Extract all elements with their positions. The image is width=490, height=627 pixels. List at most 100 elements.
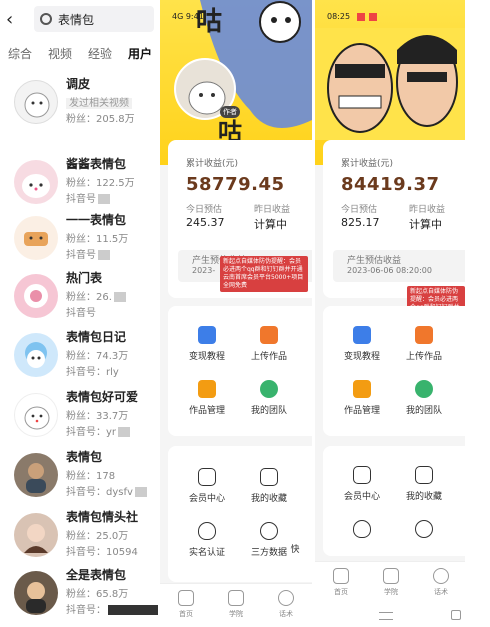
home-icon (333, 568, 349, 584)
team-icon (260, 380, 278, 398)
home-icon (178, 590, 194, 606)
menu-upload-work[interactable]: 上传作品 (234, 326, 304, 362)
menu-member-center[interactable]: 会员中心 (172, 468, 242, 504)
tab-all[interactable]: 综合 (0, 45, 40, 62)
result-handle: 抖音号：dysfv (66, 483, 147, 498)
menu-my-team[interactable]: 我的团队 (234, 380, 304, 416)
yesterday-earnings-label: 昨日收益 (409, 205, 446, 215)
network-icon (260, 522, 278, 540)
menu-my-team[interactable]: 我的团队 (389, 380, 459, 416)
user-result[interactable]: 酱酱表情包 粉丝：122.5万 抖音号 (0, 152, 160, 212)
result-followers: 粉丝：65.8万 (66, 589, 129, 600)
total-earnings-amount: 58779.45 (186, 174, 285, 195)
shield-icon (198, 522, 216, 540)
menu-my-favorites[interactable]: 我的收藏 (389, 466, 459, 502)
search-query: 表情包 (58, 12, 95, 27)
menu-member-center[interactable]: 会员中心 (327, 466, 397, 502)
service-menu: 会员中心 我的收藏 实名认证 三方数据 快 (168, 446, 312, 582)
search-icon (40, 13, 52, 25)
search-results-panel: ‹ 表情包 综合 视频 经验 用户 调皮 发过相关视频 粉丝：205.8万 酱酱… (0, 0, 160, 627)
notification-icon (369, 12, 378, 21)
user-result[interactable]: 表情包好可爱 粉丝：33.7万 抖音号：yr (0, 385, 160, 445)
avatar (14, 216, 58, 260)
menu-work-management[interactable]: 作品管理 (327, 380, 397, 416)
nav-home[interactable]: 首页 (321, 568, 361, 597)
result-followers: 粉丝：74.3万 (66, 351, 129, 362)
tab-users[interactable]: 用户 (120, 45, 160, 62)
back-arrow-icon[interactable]: ‹ (6, 9, 26, 30)
avatar (14, 333, 58, 377)
result-name: 调皮 (66, 77, 91, 91)
diamond-icon (353, 466, 371, 484)
chat-icon (278, 590, 294, 606)
result-name: 表情包 (66, 450, 103, 464)
total-earnings-label: 累计收益(元) (341, 159, 394, 169)
result-followers: 粉丝：25.0万 (66, 531, 129, 542)
user-result[interactable]: 一一表情包 粉丝：11.5万 抖音号 (0, 208, 160, 268)
user-result[interactable]: 热门表 粉丝：26. 抖音号 (0, 266, 160, 326)
result-handle: 抖音号 (66, 246, 110, 261)
tab-experience[interactable]: 经验 (80, 45, 120, 62)
network-icon (415, 520, 433, 538)
menu-monetize-tutorial[interactable]: 变现教程 (327, 326, 397, 362)
pending-time: 2023- (192, 266, 216, 275)
avatar (14, 274, 58, 318)
menu-third-party-data[interactable] (389, 520, 459, 543)
status-bar: 08:25 (327, 12, 378, 21)
folder-icon (198, 380, 216, 398)
result-followers: 粉丝：122.5万 (66, 178, 135, 189)
result-name: 表情包好可爱 (66, 390, 139, 404)
result-name: 酱酱表情包 (66, 157, 127, 171)
user-result[interactable]: 表情包日记 粉丝：74.3万 抖音号：rly (0, 325, 160, 385)
tab-video[interactable]: 视频 (40, 45, 80, 62)
upload-icon (260, 326, 278, 344)
diamond-icon (198, 468, 216, 486)
avatar (14, 80, 58, 124)
bottom-nav: 首页 学院 话术 (160, 583, 312, 627)
result-handle: 抖音号：yr (66, 423, 131, 438)
nav-scripts[interactable]: 话术 (421, 568, 461, 597)
anti-fraud-notice: 新起点自媒体防伪提醒：会员必进两个qq群和钉钉群并开通云南首席会员平台5000+… (220, 256, 308, 292)
search-input[interactable]: 表情包 (34, 6, 154, 32)
result-handle: 抖音号：10594 (66, 547, 138, 558)
result-followers: 粉丝：26. (66, 288, 126, 303)
menu-real-name-auth[interactable]: 实名认证 (172, 522, 242, 558)
pending-label: 产生预估收益 (347, 256, 402, 266)
upload-icon (415, 326, 433, 344)
user-result[interactable]: 全是表情包 粉丝：65.8万 抖音号： (0, 563, 160, 623)
bag-icon (198, 326, 216, 344)
nav-academy[interactable]: 学院 (371, 568, 411, 597)
result-followers: 粉丝：178 (66, 471, 116, 482)
result-followers: 粉丝：11.5万 (66, 234, 129, 245)
graduation-cap-icon (228, 590, 244, 606)
user-result[interactable]: 调皮 发过相关视频 粉丝：205.8万 (0, 72, 160, 132)
user-result[interactable]: 表情包情头社 粉丝：25.0万 抖音号：10594 (0, 505, 160, 565)
yesterday-earnings-value: 计算中 (254, 218, 287, 231)
result-handle: 抖音号 (66, 190, 110, 205)
team-icon (415, 380, 433, 398)
home-square-icon[interactable] (451, 610, 461, 620)
menu-my-favorites[interactable]: 我的收藏 (234, 468, 304, 504)
menu-upload-work[interactable]: 上传作品 (389, 326, 459, 362)
total-earnings-amount: 84419.37 (341, 174, 440, 195)
search-tabs: 综合 视频 经验 用户 (0, 38, 160, 68)
chat-icon (433, 568, 449, 584)
user-result[interactable]: 表情包 粉丝：178 抖音号：dysfv (0, 445, 160, 505)
nav-scripts[interactable]: 话术 (266, 590, 306, 619)
menu-work-management[interactable]: 作品管理 (172, 380, 242, 416)
menu-icon[interactable] (379, 612, 393, 620)
pending-estimate[interactable]: 产生预估收益 2023-06-06 08:20:00 (333, 250, 465, 282)
feature-menu: 变现教程 上传作品 作品管理 我的团队 (168, 306, 312, 436)
status-bar: 4G 9:41 (172, 12, 204, 21)
menu-monetize-tutorial[interactable]: 变现教程 (172, 326, 242, 362)
menu-more[interactable]: 快 (280, 542, 310, 555)
bottom-nav: 首页 学院 话术 (315, 561, 465, 605)
feature-menu: 变现教程 上传作品 作品管理 我的团队 (323, 306, 465, 436)
star-icon (260, 468, 278, 486)
menu-real-name-auth[interactable] (327, 520, 397, 543)
result-followers: 粉丝：33.7万 (66, 411, 129, 422)
nav-academy[interactable]: 学院 (216, 590, 256, 619)
star-icon (415, 466, 433, 484)
nav-home[interactable]: 首页 (166, 590, 206, 619)
graduation-cap-icon (383, 568, 399, 584)
